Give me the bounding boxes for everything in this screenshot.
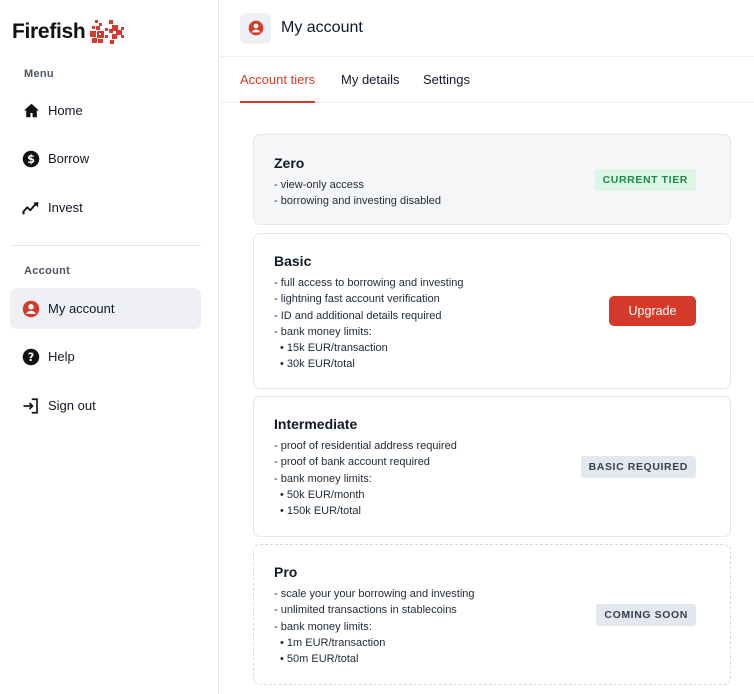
coming-soon-badge: COMING SOON bbox=[596, 604, 696, 626]
tab-my-details[interactable]: My details bbox=[341, 72, 400, 103]
sidebar-item-label: Invest bbox=[48, 200, 83, 215]
sidebar-item-label: Sign out bbox=[48, 398, 96, 413]
tier-feature-line: • 30k EUR/total bbox=[280, 358, 355, 371]
tier-title: Pro bbox=[274, 564, 298, 580]
tier-feature-line: • 1m EUR/transaction bbox=[280, 636, 386, 649]
upgrade-button[interactable]: Upgrade bbox=[609, 296, 696, 326]
tier-features: - scale your your borrowing and investin… bbox=[274, 586, 475, 667]
sidebar-item-label: My account bbox=[48, 301, 115, 316]
tier-title: Intermediate bbox=[274, 416, 358, 432]
tab-bar: Account tiers My details Settings bbox=[220, 57, 754, 103]
tier-feature-line: - unlimited transactions in stablecoins bbox=[274, 604, 457, 617]
sidebar-item-label: Borrow bbox=[48, 151, 90, 166]
tier-card-basic: Basic - full access to borrowing and inv… bbox=[253, 233, 731, 389]
tier-feature-line: • 50k EUR/month bbox=[280, 488, 365, 501]
sidebar-item-help[interactable]: ? Help bbox=[10, 336, 201, 377]
tier-feature-line: - view-only access bbox=[274, 179, 364, 191]
logo-text: Firefish bbox=[12, 20, 86, 43]
firefish-logo-icon bbox=[88, 18, 128, 46]
account-section-label: Account bbox=[24, 265, 71, 277]
sidebar-item-my-account[interactable]: My account bbox=[10, 288, 201, 329]
sidebar-item-borrow[interactable]: $ Borrow bbox=[10, 138, 201, 179]
dollar-icon: $ bbox=[22, 150, 40, 168]
tier-features: - view-only access - borrowing and inves… bbox=[274, 177, 441, 210]
page-title: My account bbox=[281, 19, 363, 36]
tier-feature-line: - full access to borrowing and investing bbox=[274, 277, 464, 289]
sidebar-item-label: Help bbox=[48, 349, 75, 364]
user-circle-icon bbox=[22, 300, 40, 318]
current-tier-badge: CURRENT TIER bbox=[594, 169, 696, 191]
tier-card-pro: Pro - scale your your borrowing and inve… bbox=[253, 544, 731, 685]
trend-icon bbox=[22, 199, 40, 217]
tier-title: Basic bbox=[274, 253, 312, 269]
tier-title: Zero bbox=[274, 155, 305, 171]
menu-section-label: Menu bbox=[24, 68, 54, 80]
tier-feature-line: • 150k EUR/total bbox=[280, 505, 361, 518]
tier-card-intermediate: Intermediate - proof of residential addr… bbox=[253, 396, 731, 537]
tier-features: - proof of residential address required … bbox=[274, 438, 457, 519]
sidebar: Firefish Menu Home $ Borrow Invest Accou… bbox=[0, 0, 219, 694]
page-header: My account bbox=[220, 0, 754, 57]
sidebar-divider bbox=[10, 245, 201, 246]
basic-required-badge: BASIC REQUIRED bbox=[580, 456, 696, 478]
tier-feature-line: - borrowing and investing disabled bbox=[274, 195, 441, 208]
sidebar-item-label: Home bbox=[48, 103, 83, 118]
tier-feature-line: - lightning fast account verification bbox=[274, 293, 440, 306]
tier-feature-line: - proof of bank account required bbox=[274, 456, 430, 469]
svg-text:$: $ bbox=[27, 152, 35, 165]
sidebar-item-invest[interactable]: Invest bbox=[10, 187, 201, 228]
tier-feature-line: - bank money limits: bbox=[274, 472, 372, 485]
tab-account-tiers[interactable]: Account tiers bbox=[240, 72, 316, 103]
tier-feature-line: • 15k EUR/transaction bbox=[280, 342, 388, 355]
sidebar-item-sign-out[interactable]: Sign out bbox=[10, 385, 201, 426]
tier-feature-line: - bank money limits: bbox=[274, 620, 372, 633]
tier-feature-line: - scale your your borrowing and investin… bbox=[274, 588, 475, 600]
tier-feature-line: • 50m EUR/total bbox=[280, 653, 359, 666]
tier-feature-line: - ID and additional details required bbox=[274, 309, 442, 322]
svg-text:?: ? bbox=[28, 350, 35, 363]
tier-features: - full access to borrowing and investing… bbox=[274, 275, 464, 373]
sidebar-item-home[interactable]: Home bbox=[10, 90, 201, 131]
sign-out-icon bbox=[22, 397, 40, 415]
tab-settings[interactable]: Settings bbox=[423, 72, 470, 103]
tier-card-zero: Zero - view-only access - borrowing and … bbox=[253, 134, 731, 225]
tier-feature-line: - bank money limits: bbox=[274, 325, 372, 338]
user-circle-icon bbox=[240, 12, 271, 44]
home-icon bbox=[22, 102, 40, 120]
tier-feature-line: - proof of residential address required bbox=[274, 440, 457, 452]
help-icon: ? bbox=[22, 348, 40, 366]
logo[interactable]: Firefish bbox=[12, 18, 128, 46]
